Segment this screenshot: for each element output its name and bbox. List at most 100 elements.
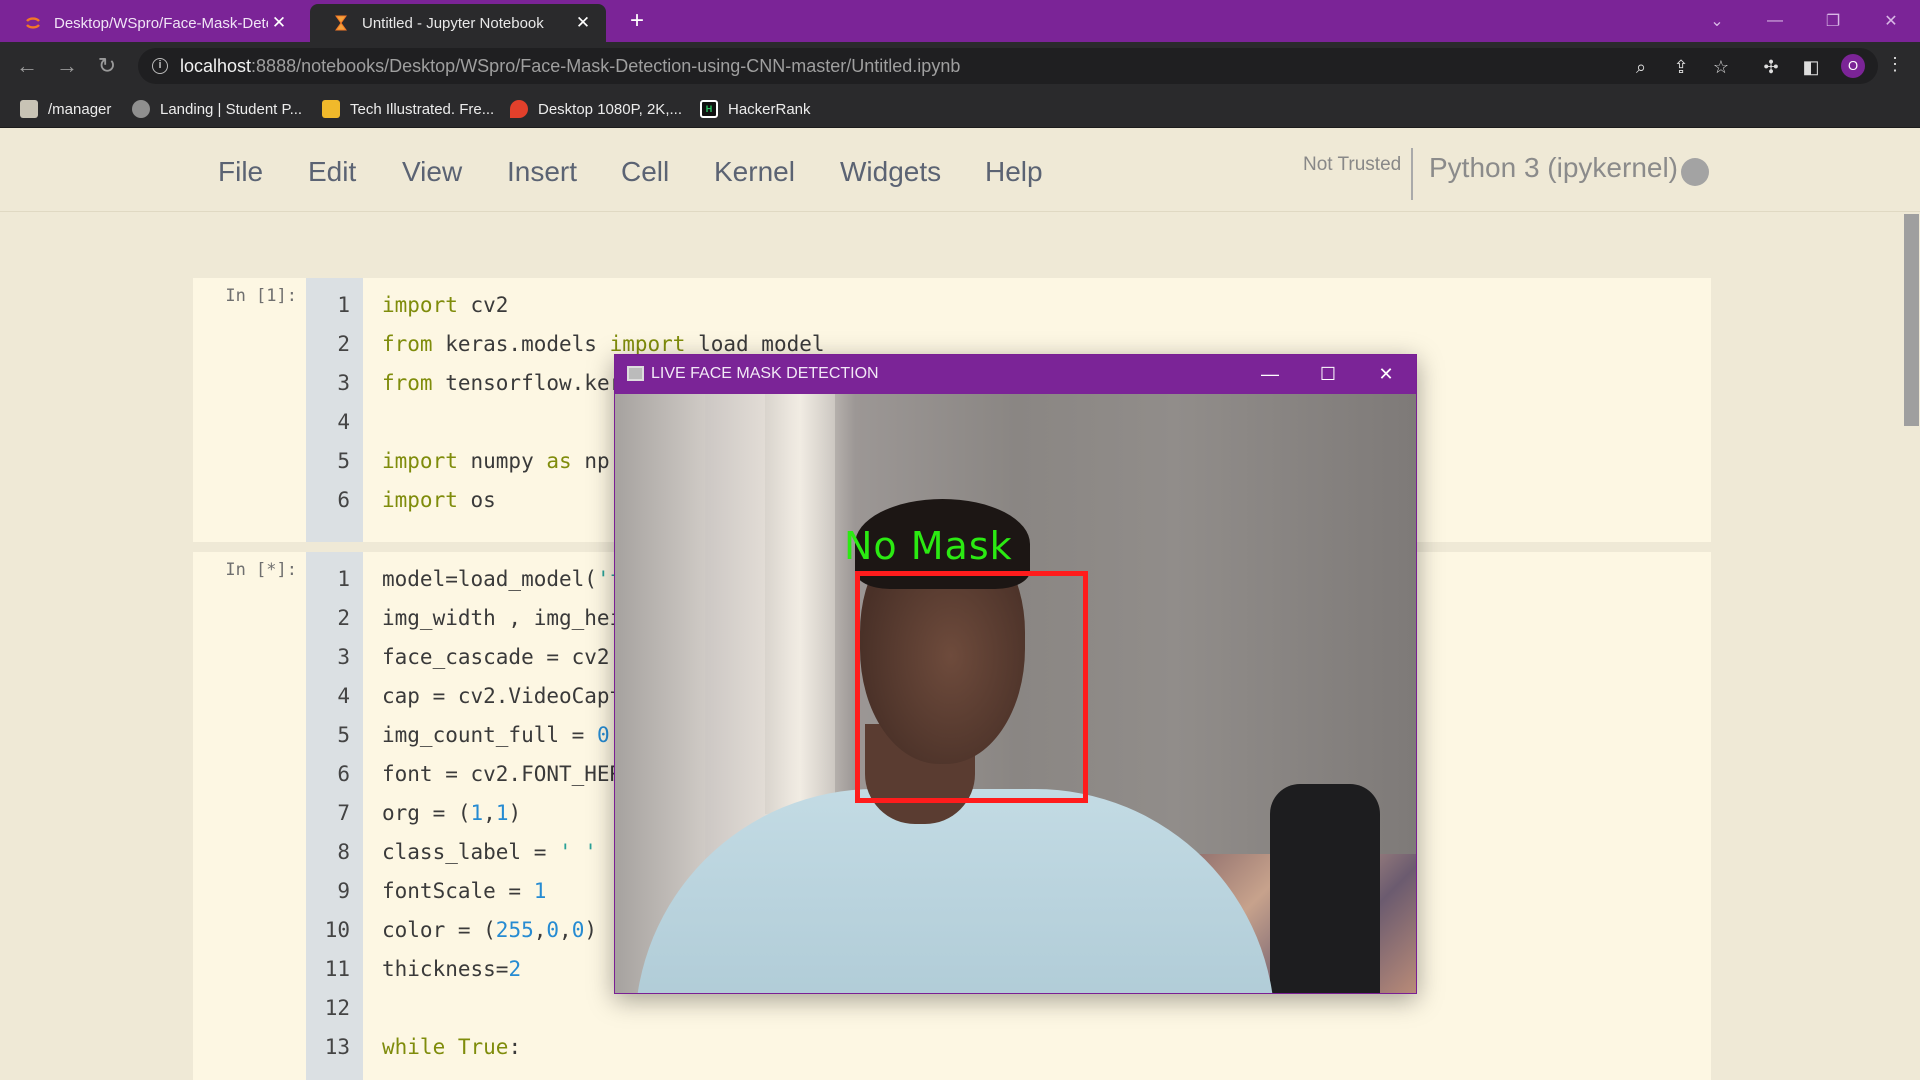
- code-token: import: [382, 488, 458, 512]
- code-token: tensorflow.ker: [432, 371, 623, 395]
- code-text: thickness=2: [382, 950, 521, 989]
- close-tab-icon[interactable]: ✕: [268, 13, 290, 33]
- bookmark-label: Landing | Student P...: [160, 100, 303, 118]
- zoom-icon[interactable]: ⌕: [1630, 56, 1652, 78]
- code-text: color = (255,0,0): [382, 911, 597, 950]
- code-text: font = cv2.FONT_HER: [382, 755, 622, 794]
- tech-illustrated-favicon-icon: [322, 100, 340, 118]
- code-token: 1: [495, 801, 509, 825]
- menu-insert[interactable]: Insert: [507, 156, 577, 188]
- hackerrank-favicon-icon: H: [700, 100, 718, 118]
- code-text: cap = cv2.VideoCapt: [382, 677, 622, 716]
- line-number: 4: [337, 410, 350, 434]
- scrollbar-thumb[interactable]: [1904, 214, 1919, 426]
- line-number: 8: [337, 840, 350, 864]
- menu-edit[interactable]: Edit: [308, 156, 356, 188]
- menu-widgets[interactable]: Widgets: [840, 156, 941, 188]
- tab-search-icon[interactable]: ⌄: [1688, 0, 1746, 42]
- code-text: import numpy as np: [382, 442, 610, 481]
- back-icon[interactable]: ←: [12, 51, 42, 81]
- code-text: import os: [382, 481, 496, 520]
- line-number: 4: [337, 684, 350, 708]
- browser-tab-notebook[interactable]: Untitled - Jupyter Notebook ✕: [310, 4, 606, 42]
- line-number: 5: [337, 449, 350, 473]
- menu-view[interactable]: View: [402, 156, 462, 188]
- opencv-window[interactable]: LIVE FACE MASK DETECTION — ☐ ✕ No Mask: [614, 354, 1417, 994]
- bookmark-star-icon[interactable]: ☆: [1710, 56, 1732, 78]
- line-number: 1: [337, 567, 350, 591]
- code-token: img_count_full =: [382, 723, 597, 747]
- code-token: cap = cv2.VideoCapt: [382, 684, 623, 708]
- detection-label: No Mask: [844, 524, 1013, 568]
- code-token: keras.models: [432, 332, 610, 356]
- code-text: from tensorflow.ker: [382, 364, 622, 403]
- extensions-icon[interactable]: ✣: [1760, 56, 1782, 78]
- bookmark-item[interactable]: Tech Illustrated. Fre...: [322, 90, 494, 128]
- url-path: :8888/notebooks/Desktop/WSpro/Face-Mask-…: [251, 55, 961, 76]
- code-token: font = cv2.FONT_HER: [382, 762, 623, 786]
- menu-cell[interactable]: Cell: [621, 156, 669, 188]
- code-line[interactable]: 1 import cv2: [193, 286, 1693, 325]
- line-number: 1: [337, 293, 350, 317]
- minimize-icon[interactable]: —: [1746, 0, 1804, 42]
- close-window-icon[interactable]: ✕: [1862, 0, 1920, 42]
- bookmark-label: Desktop 1080P, 2K,...: [538, 100, 682, 118]
- code-text: img_count_full = 0: [382, 716, 610, 755]
- bookmark-label: /manager: [48, 100, 112, 118]
- bookmarks-bar: /manager Landing | Student P... Tech Ill…: [0, 90, 1920, 128]
- menu-kernel[interactable]: Kernel: [714, 156, 795, 188]
- code-token: numpy: [457, 449, 547, 473]
- forward-icon[interactable]: →: [52, 51, 82, 81]
- frame-bag: [1270, 784, 1380, 993]
- jupyter-favicon-icon: [26, 17, 40, 29]
- code-line[interactable]: 12: [193, 989, 1693, 1028]
- close-icon[interactable]: ✕: [1357, 355, 1415, 394]
- line-number: 6: [337, 762, 350, 786]
- code-token: 0: [571, 918, 585, 942]
- reload-icon[interactable]: ↻: [92, 51, 122, 81]
- site-info-icon[interactable]: i: [152, 58, 168, 74]
- menu-kebab-icon[interactable]: ⋮: [1886, 54, 1904, 75]
- close-tab-icon[interactable]: ✕: [572, 13, 594, 33]
- profile-avatar[interactable]: O: [1841, 54, 1865, 78]
- line-number: 3: [337, 371, 350, 395]
- bookmark-item[interactable]: Desktop 1080P, 2K,...: [510, 90, 682, 128]
- menu-file[interactable]: File: [218, 156, 263, 188]
- kernel-busy-indicator-icon: [1681, 158, 1709, 186]
- address-bar[interactable]: i localhost:8888/notebooks/Desktop/WSpro…: [138, 48, 1878, 84]
- browser-tab-file-browser[interactable]: Desktop/WSpro/Face-Mask-Detection-using-…: [2, 4, 302, 42]
- line-number: 2: [337, 332, 350, 356]
- hourglass-icon: [335, 15, 347, 31]
- code-token: 2: [508, 957, 522, 981]
- code-text: fontScale = 1: [382, 872, 546, 911]
- tab-title: Desktop/WSpro/Face-Mask-Detection-using-…: [54, 14, 268, 32]
- person-body: [635, 789, 1275, 993]
- window-controls: ⌄ — ❐ ✕: [1688, 0, 1920, 42]
- opencv-titlebar[interactable]: LIVE FACE MASK DETECTION — ☐ ✕: [615, 355, 1416, 394]
- share-icon[interactable]: ⇪: [1670, 56, 1692, 78]
- line-number: 11: [324, 957, 350, 981]
- bookmark-item[interactable]: H HackerRank: [700, 90, 811, 128]
- menu-help[interactable]: Help: [985, 156, 1043, 188]
- url-text: localhost:8888/notebooks/Desktop/WSpro/F…: [180, 56, 960, 77]
- bookmark-item[interactable]: Landing | Student P...: [132, 90, 302, 128]
- code-token: import: [382, 449, 458, 473]
- code-token: thickness=: [382, 957, 509, 981]
- trust-status-button[interactable]: Not Trusted: [1303, 154, 1401, 176]
- code-line[interactable]: 13 while True:: [193, 1028, 1693, 1067]
- face-detection-box: [855, 571, 1088, 803]
- window-app-icon: [627, 366, 644, 381]
- code-text: org = (1,1): [382, 794, 521, 833]
- kernel-name[interactable]: Python 3 (ipykernel): [1429, 152, 1678, 184]
- code-token: 0: [596, 723, 610, 747]
- minimize-icon[interactable]: —: [1241, 355, 1299, 394]
- line-number: 10: [324, 918, 350, 942]
- new-tab-button[interactable]: +: [620, 6, 654, 36]
- restore-icon[interactable]: ❐: [1804, 0, 1862, 42]
- side-panel-icon[interactable]: ◧: [1800, 56, 1822, 78]
- code-token: color = (: [382, 918, 496, 942]
- bookmark-item[interactable]: /manager: [20, 90, 111, 128]
- maximize-icon[interactable]: ☐: [1299, 355, 1357, 394]
- code-text: while True:: [382, 1028, 521, 1067]
